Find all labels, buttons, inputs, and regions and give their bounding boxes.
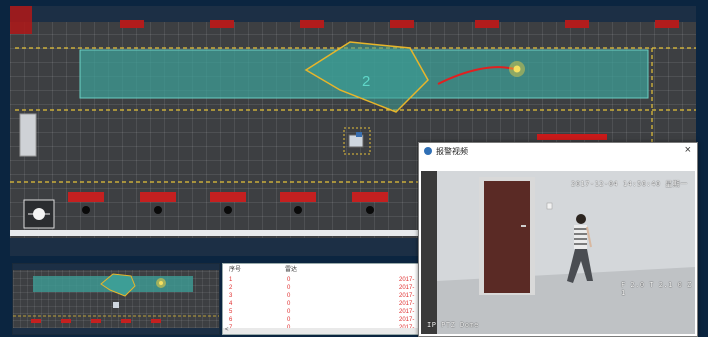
equipment-marker: [655, 20, 679, 28]
scroll-left-icon[interactable]: <: [225, 327, 229, 333]
window-titlebar[interactable]: 报警视频 ×: [419, 143, 697, 160]
table-row[interactable]: 6 0 2017-: [223, 316, 423, 324]
mini-bottom-wall: [13, 328, 219, 334]
table-row[interactable]: 1 0 2017-: [223, 276, 423, 284]
camera-scene: [421, 171, 695, 334]
row-radar: 0: [287, 301, 291, 307]
radar-device-indicator: [356, 132, 362, 137]
close-icon[interactable]: ×: [685, 144, 691, 156]
device-marker[interactable]: [140, 192, 176, 202]
mini-target-marker: [159, 281, 163, 285]
row-index: 1: [229, 277, 233, 283]
app-icon: [424, 147, 432, 155]
osd-timestamp: 2017-12-04 14:56:40 星期一: [571, 180, 688, 188]
row-time: 2017-: [399, 293, 415, 299]
side-cabinet: [19, 113, 37, 157]
row-index: 2: [229, 285, 233, 291]
row-radar: 0: [287, 309, 291, 315]
device-node: [366, 206, 374, 214]
row-radar: 0: [287, 317, 291, 323]
device-node: [224, 206, 232, 214]
door-handle: [521, 225, 526, 227]
alarm-strip: [537, 134, 607, 140]
table-row[interactable]: 5 0 2017-: [223, 308, 423, 316]
window-title: 报警视频: [436, 147, 468, 156]
row-radar: 0: [287, 293, 291, 299]
device-marker[interactable]: [280, 192, 316, 202]
device-marker[interactable]: [210, 192, 246, 202]
horizontal-scrollbar[interactable]: <: [223, 327, 423, 334]
corner-marker: [10, 6, 32, 34]
column-header-index: 序号: [229, 267, 242, 273]
row-time: 2017-: [399, 301, 415, 307]
mini-device: [61, 319, 71, 323]
row-time: 2017-: [399, 277, 415, 283]
row-time: 2017-: [399, 285, 415, 291]
mini-device: [31, 319, 41, 323]
equipment-marker: [565, 20, 589, 28]
device-node: [154, 206, 162, 214]
row-time: 2017-: [399, 309, 415, 315]
mini-map-overlay: [13, 264, 219, 334]
osd-camera-name: IP PTZ Dome: [427, 321, 479, 329]
column-header-radar: 雷达: [285, 267, 298, 273]
track-list-header: 序号 雷达: [223, 266, 423, 274]
device-marker[interactable]: [68, 192, 104, 202]
equipment-marker: [210, 20, 234, 28]
mini-device: [151, 319, 161, 323]
equipment-marker: [475, 20, 499, 28]
mini-device: [121, 319, 131, 323]
left-dark-edge: [421, 171, 437, 334]
table-row[interactable]: 2 0 2017-: [223, 284, 423, 292]
camera-feed[interactable]: 2017-12-04 14:56:40 星期一 F 2.0 T 2.1 0 Z …: [421, 171, 695, 334]
alarm-video-window[interactable]: 报警视频 × 2017-12-04 14:56:40 星期一 F 2.0 T 2…: [418, 142, 698, 337]
row-index: 6: [229, 317, 233, 323]
table-row[interactable]: 3 0 2017-: [223, 292, 423, 300]
osd-ptz-readout: F 2.0 T 2.1 0 Z 1: [621, 281, 692, 297]
mini-device: [91, 319, 101, 323]
row-time: 2017-: [399, 317, 415, 323]
row-radar: 0: [287, 277, 291, 283]
equipment-marker: [390, 20, 414, 28]
mini-map[interactable]: [12, 263, 220, 335]
mini-radar-device: [113, 302, 119, 308]
device-node: [294, 206, 302, 214]
table-row[interactable]: 4 0 2017-: [223, 300, 423, 308]
track-list-panel[interactable]: 序号 雷达 1 0 2017- 2 0 2017- 3 0 2017- 4 0 …: [222, 263, 424, 335]
mini-top-wall: [13, 264, 219, 270]
device-marker[interactable]: [352, 192, 388, 202]
top-wall: [10, 6, 696, 22]
door[interactable]: [484, 181, 530, 293]
zone-2-label: 2: [362, 73, 370, 90]
target-marker[interactable]: [513, 65, 521, 73]
row-index: 5: [229, 309, 233, 315]
wall-switch: [546, 202, 553, 210]
device-row: [68, 192, 388, 214]
row-radar: 0: [287, 285, 291, 291]
equipment-marker: [300, 20, 324, 28]
row-index: 3: [229, 293, 233, 299]
row-index: 4: [229, 301, 233, 307]
device-node: [82, 206, 90, 214]
equipment-marker: [120, 20, 144, 28]
